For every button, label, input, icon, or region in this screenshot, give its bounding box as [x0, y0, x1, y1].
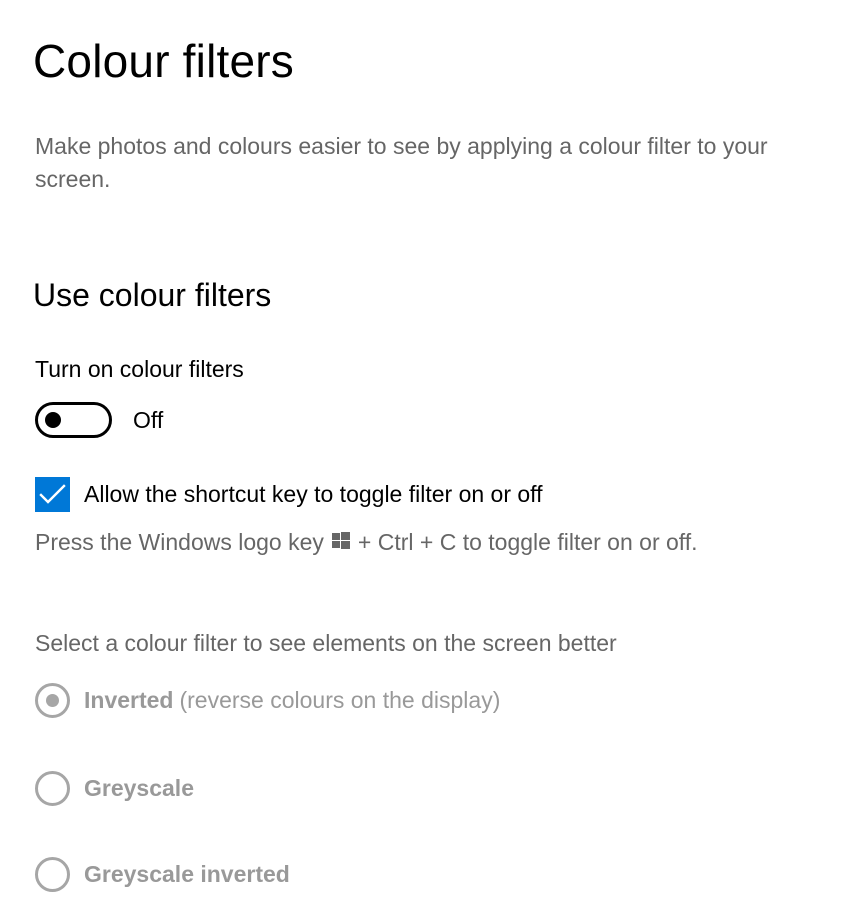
shortcut-checkbox-label: Allow the shortcut key to toggle filter …: [84, 481, 543, 507]
shortcut-checkbox[interactable]: [35, 476, 70, 512]
checkmark-icon: [39, 483, 66, 504]
colour-filter-toggle-row[interactable]: Off: [35, 402, 163, 438]
shortcut-help-prefix: Press the Windows logo key: [35, 529, 324, 555]
shortcut-help-suffix: + Ctrl + C to toggle filter on or off.: [357, 529, 698, 555]
shortcut-checkbox-row[interactable]: Allow the shortcut key to toggle filter …: [35, 476, 543, 512]
radio-option-name: Greyscale: [84, 775, 194, 801]
radio-option-greyscale-inverted[interactable]: Greyscale inverted: [35, 856, 290, 892]
windows-logo-icon: [331, 526, 350, 558]
toggle-label: Turn on colour filters: [35, 356, 244, 382]
radio-option-name: Greyscale inverted: [84, 861, 290, 887]
radio-button[interactable]: [35, 682, 70, 718]
shortcut-help-text: Press the Windows logo key + Ctrl + C to…: [35, 526, 698, 558]
radio-option-text: Greyscale inverted: [84, 858, 290, 890]
toggle-knob: [45, 412, 61, 428]
page-title: Colour filters: [33, 35, 294, 87]
radio-option-name: Inverted: [84, 687, 174, 713]
radio-button[interactable]: [35, 770, 70, 806]
filter-prompt: Select a colour filter to see elements o…: [35, 630, 617, 656]
toggle-state-label: Off: [133, 407, 164, 433]
radio-option-inverted[interactable]: Inverted (reverse colours on the display): [35, 682, 500, 718]
colour-filter-toggle[interactable]: [35, 402, 112, 438]
radio-option-description: (reverse colours on the display): [179, 687, 501, 713]
radio-option-text: Greyscale: [84, 772, 194, 804]
radio-selected-dot: [46, 693, 59, 707]
radio-button[interactable]: [35, 856, 70, 892]
radio-option-text: Inverted (reverse colours on the display): [84, 684, 500, 716]
page-description: Make photos and colours easier to see by…: [35, 133, 768, 192]
section-heading: Use colour filters: [33, 277, 272, 313]
radio-option-greyscale[interactable]: Greyscale: [35, 770, 194, 806]
